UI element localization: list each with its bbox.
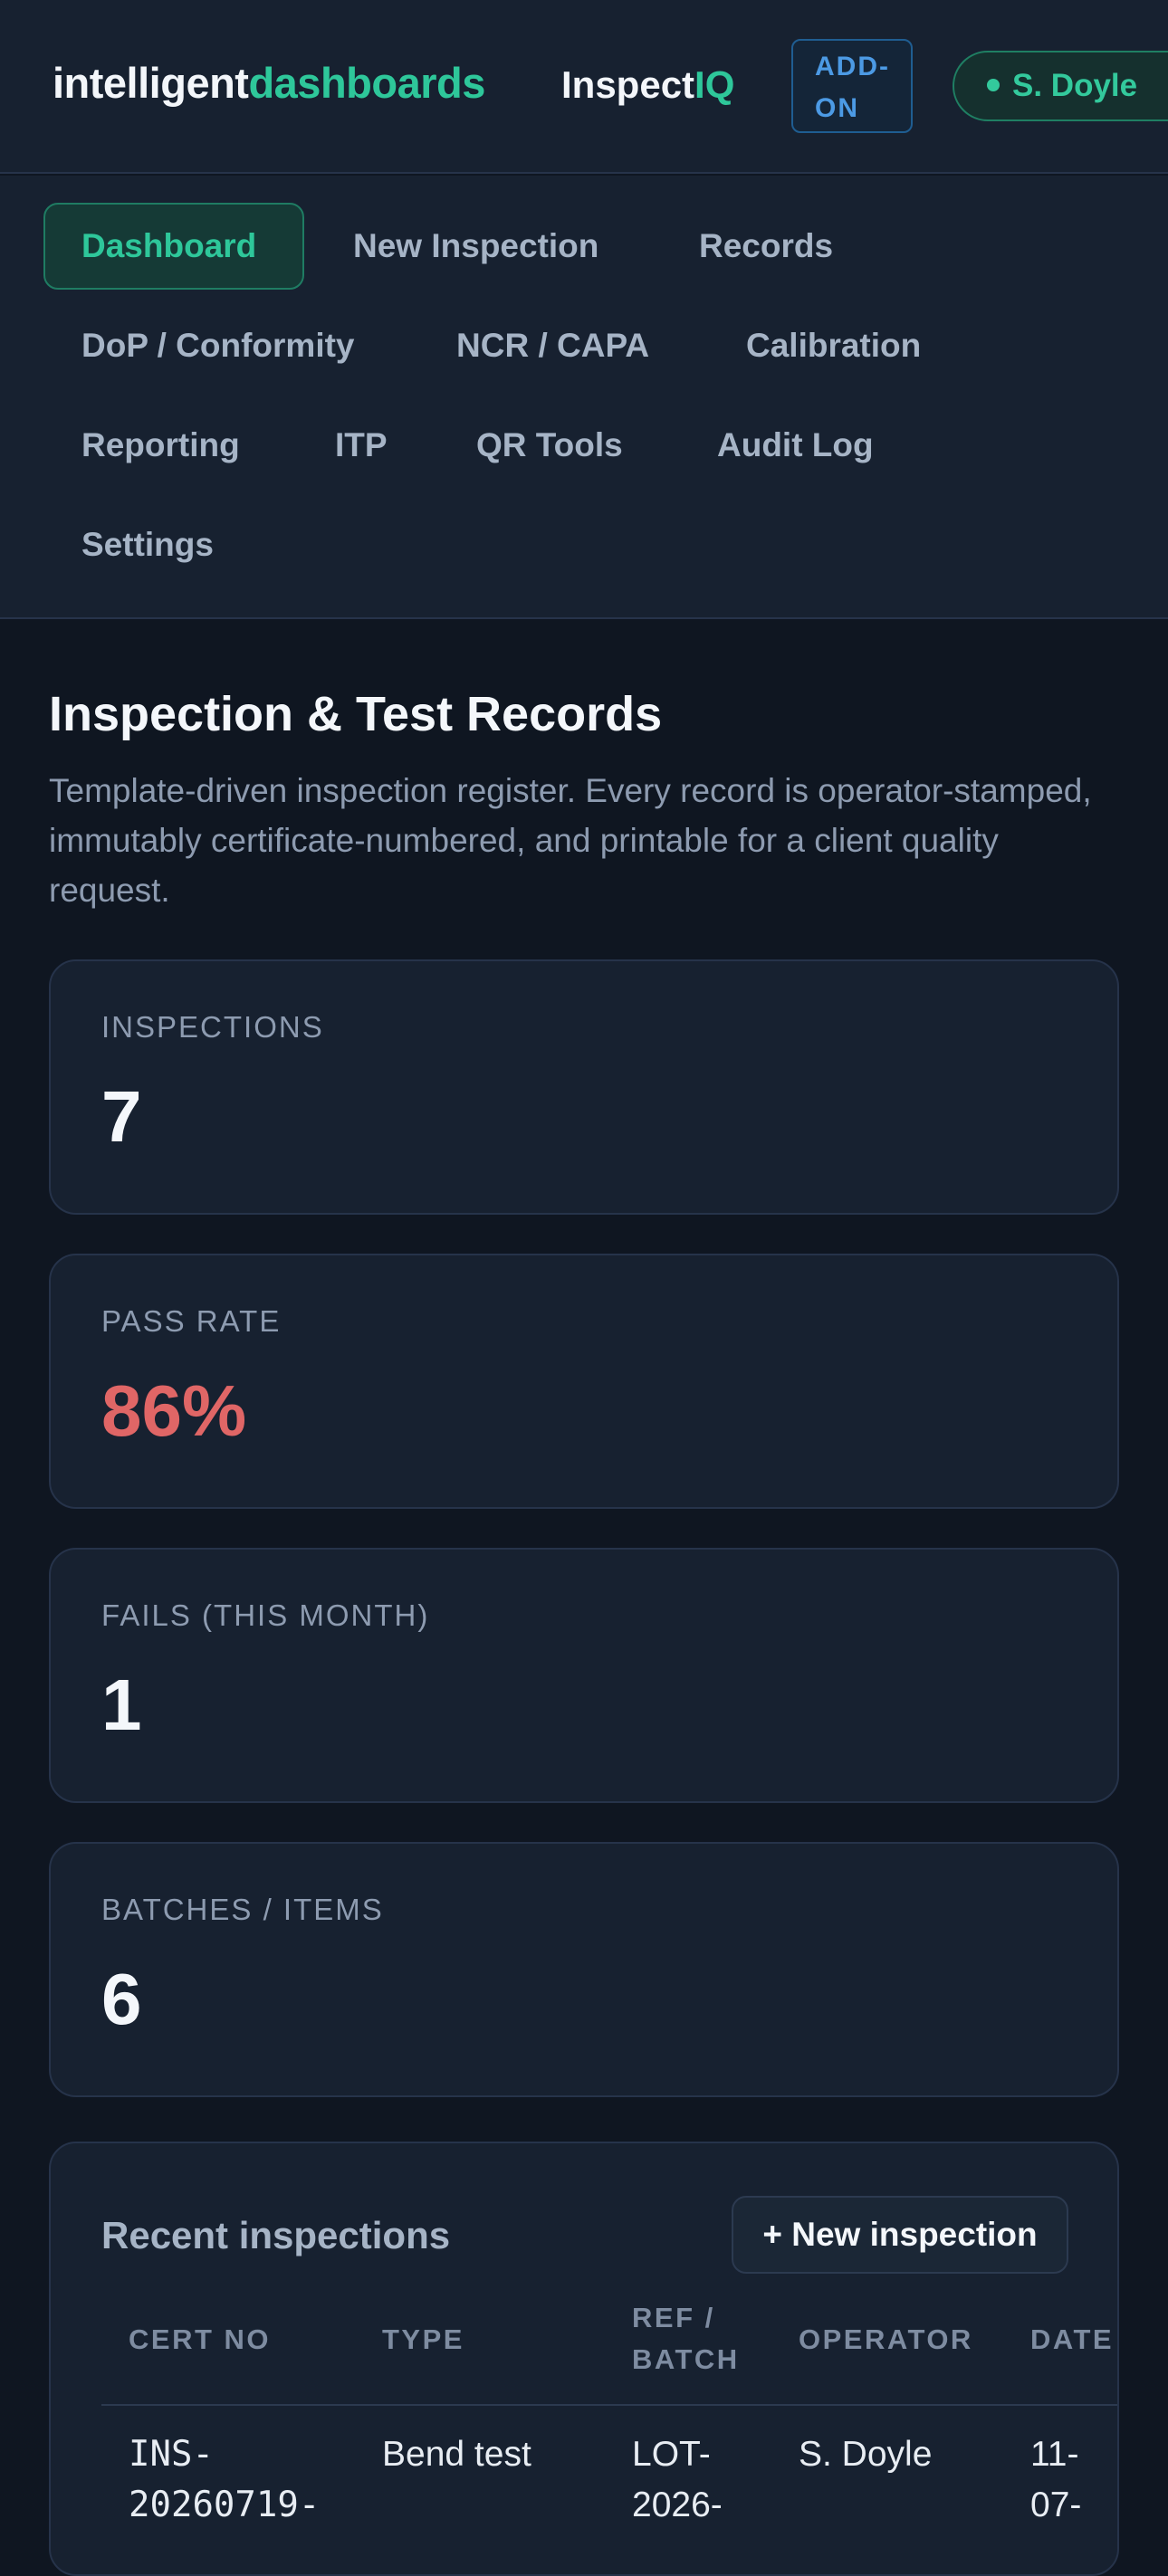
stat-value: 1 (101, 1665, 142, 1745)
addon-badge: ADD- ON (791, 39, 913, 133)
cell-cert-no: INS- 20260719- (129, 2434, 321, 2525)
stat-label: INSPECTIONS (101, 1010, 324, 1044)
stat-card-fails: FAILS (THIS MONTH) 1 (49, 1548, 1119, 1803)
stat-value: 7 (101, 1076, 142, 1157)
nav-item-records[interactable]: Records (699, 203, 833, 290)
top-bar: intelligentdashboards InspectIQ ADD- ON … (0, 0, 1168, 174)
stat-value: 6 (101, 1959, 142, 2039)
nav-item-calibration[interactable]: Calibration (746, 302, 921, 389)
addon-line1: ADD- (815, 52, 890, 81)
column-header-ref-batch[interactable]: REF / BATCH (632, 2297, 740, 2380)
product-name: InspectIQ (561, 63, 734, 107)
stat-label: BATCHES / ITEMS (101, 1893, 384, 1926)
stat-card-batches: BATCHES / ITEMS 6 (49, 1842, 1119, 2097)
stat-card-pass-rate: PASS RATE 86% (49, 1254, 1119, 1509)
main-nav: Dashboard New Inspection Records DoP / C… (0, 176, 1168, 619)
brand-part1: intelligent (53, 59, 249, 107)
stat-card-inspections: INSPECTIONS 7 (49, 959, 1119, 1215)
cell-type: Bend test (382, 2435, 531, 2474)
stat-label: FAILS (THIS MONTH) (101, 1598, 430, 1632)
nav-item-new-inspection[interactable]: New Inspection (353, 203, 598, 290)
stat-label: PASS RATE (101, 1304, 282, 1338)
nav-item-qr-tools[interactable]: QR Tools (476, 402, 623, 489)
addon-line2: ON (815, 93, 859, 123)
stat-value: 86% (101, 1370, 247, 1451)
nav-item-audit-log[interactable]: Audit Log (717, 402, 874, 489)
column-header-date[interactable]: DATE (1030, 2319, 1114, 2361)
column-header-cert-no[interactable]: CERT NO (129, 2319, 271, 2361)
page-subtitle: Template-driven inspection register. Eve… (49, 772, 1092, 909)
nav-item-reporting[interactable]: Reporting (81, 402, 240, 489)
nav-item-itp[interactable]: ITP (335, 402, 388, 489)
panel-title: Recent inspections (101, 2214, 451, 2256)
product-part2: IQ (694, 63, 735, 106)
page-title: Inspection & Test Records (49, 687, 663, 741)
brand-part2: dashboards (248, 59, 485, 107)
cell-operator: S. Doyle (799, 2435, 933, 2474)
new-inspection-button[interactable]: + New inspection (732, 2196, 1068, 2274)
user-pill[interactable]: S. Doyle (953, 51, 1168, 121)
nav-item-ncr-capa[interactable]: NCR / CAPA (456, 302, 649, 389)
brand-logo[interactable]: intelligentdashboards (53, 58, 485, 108)
recent-inspections-panel: Recent inspections + New inspection CERT… (49, 2142, 1119, 2576)
column-header-type[interactable]: TYPE (382, 2319, 464, 2361)
cell-date: 11- 07- (1030, 2435, 1082, 2524)
cell-ref-batch: LOT- 2026- (632, 2435, 723, 2524)
nav-item-dashboard[interactable]: Dashboard (43, 203, 304, 290)
column-header-operator[interactable]: OPERATOR (799, 2319, 973, 2361)
status-dot-icon (987, 78, 1000, 91)
nav-item-settings[interactable]: Settings (81, 501, 214, 588)
user-name: S. Doyle (1012, 68, 1138, 103)
table-header-divider (101, 2404, 1117, 2406)
nav-item-dop-conformity[interactable]: DoP / Conformity (81, 302, 355, 389)
product-part1: Inspect (561, 63, 695, 106)
